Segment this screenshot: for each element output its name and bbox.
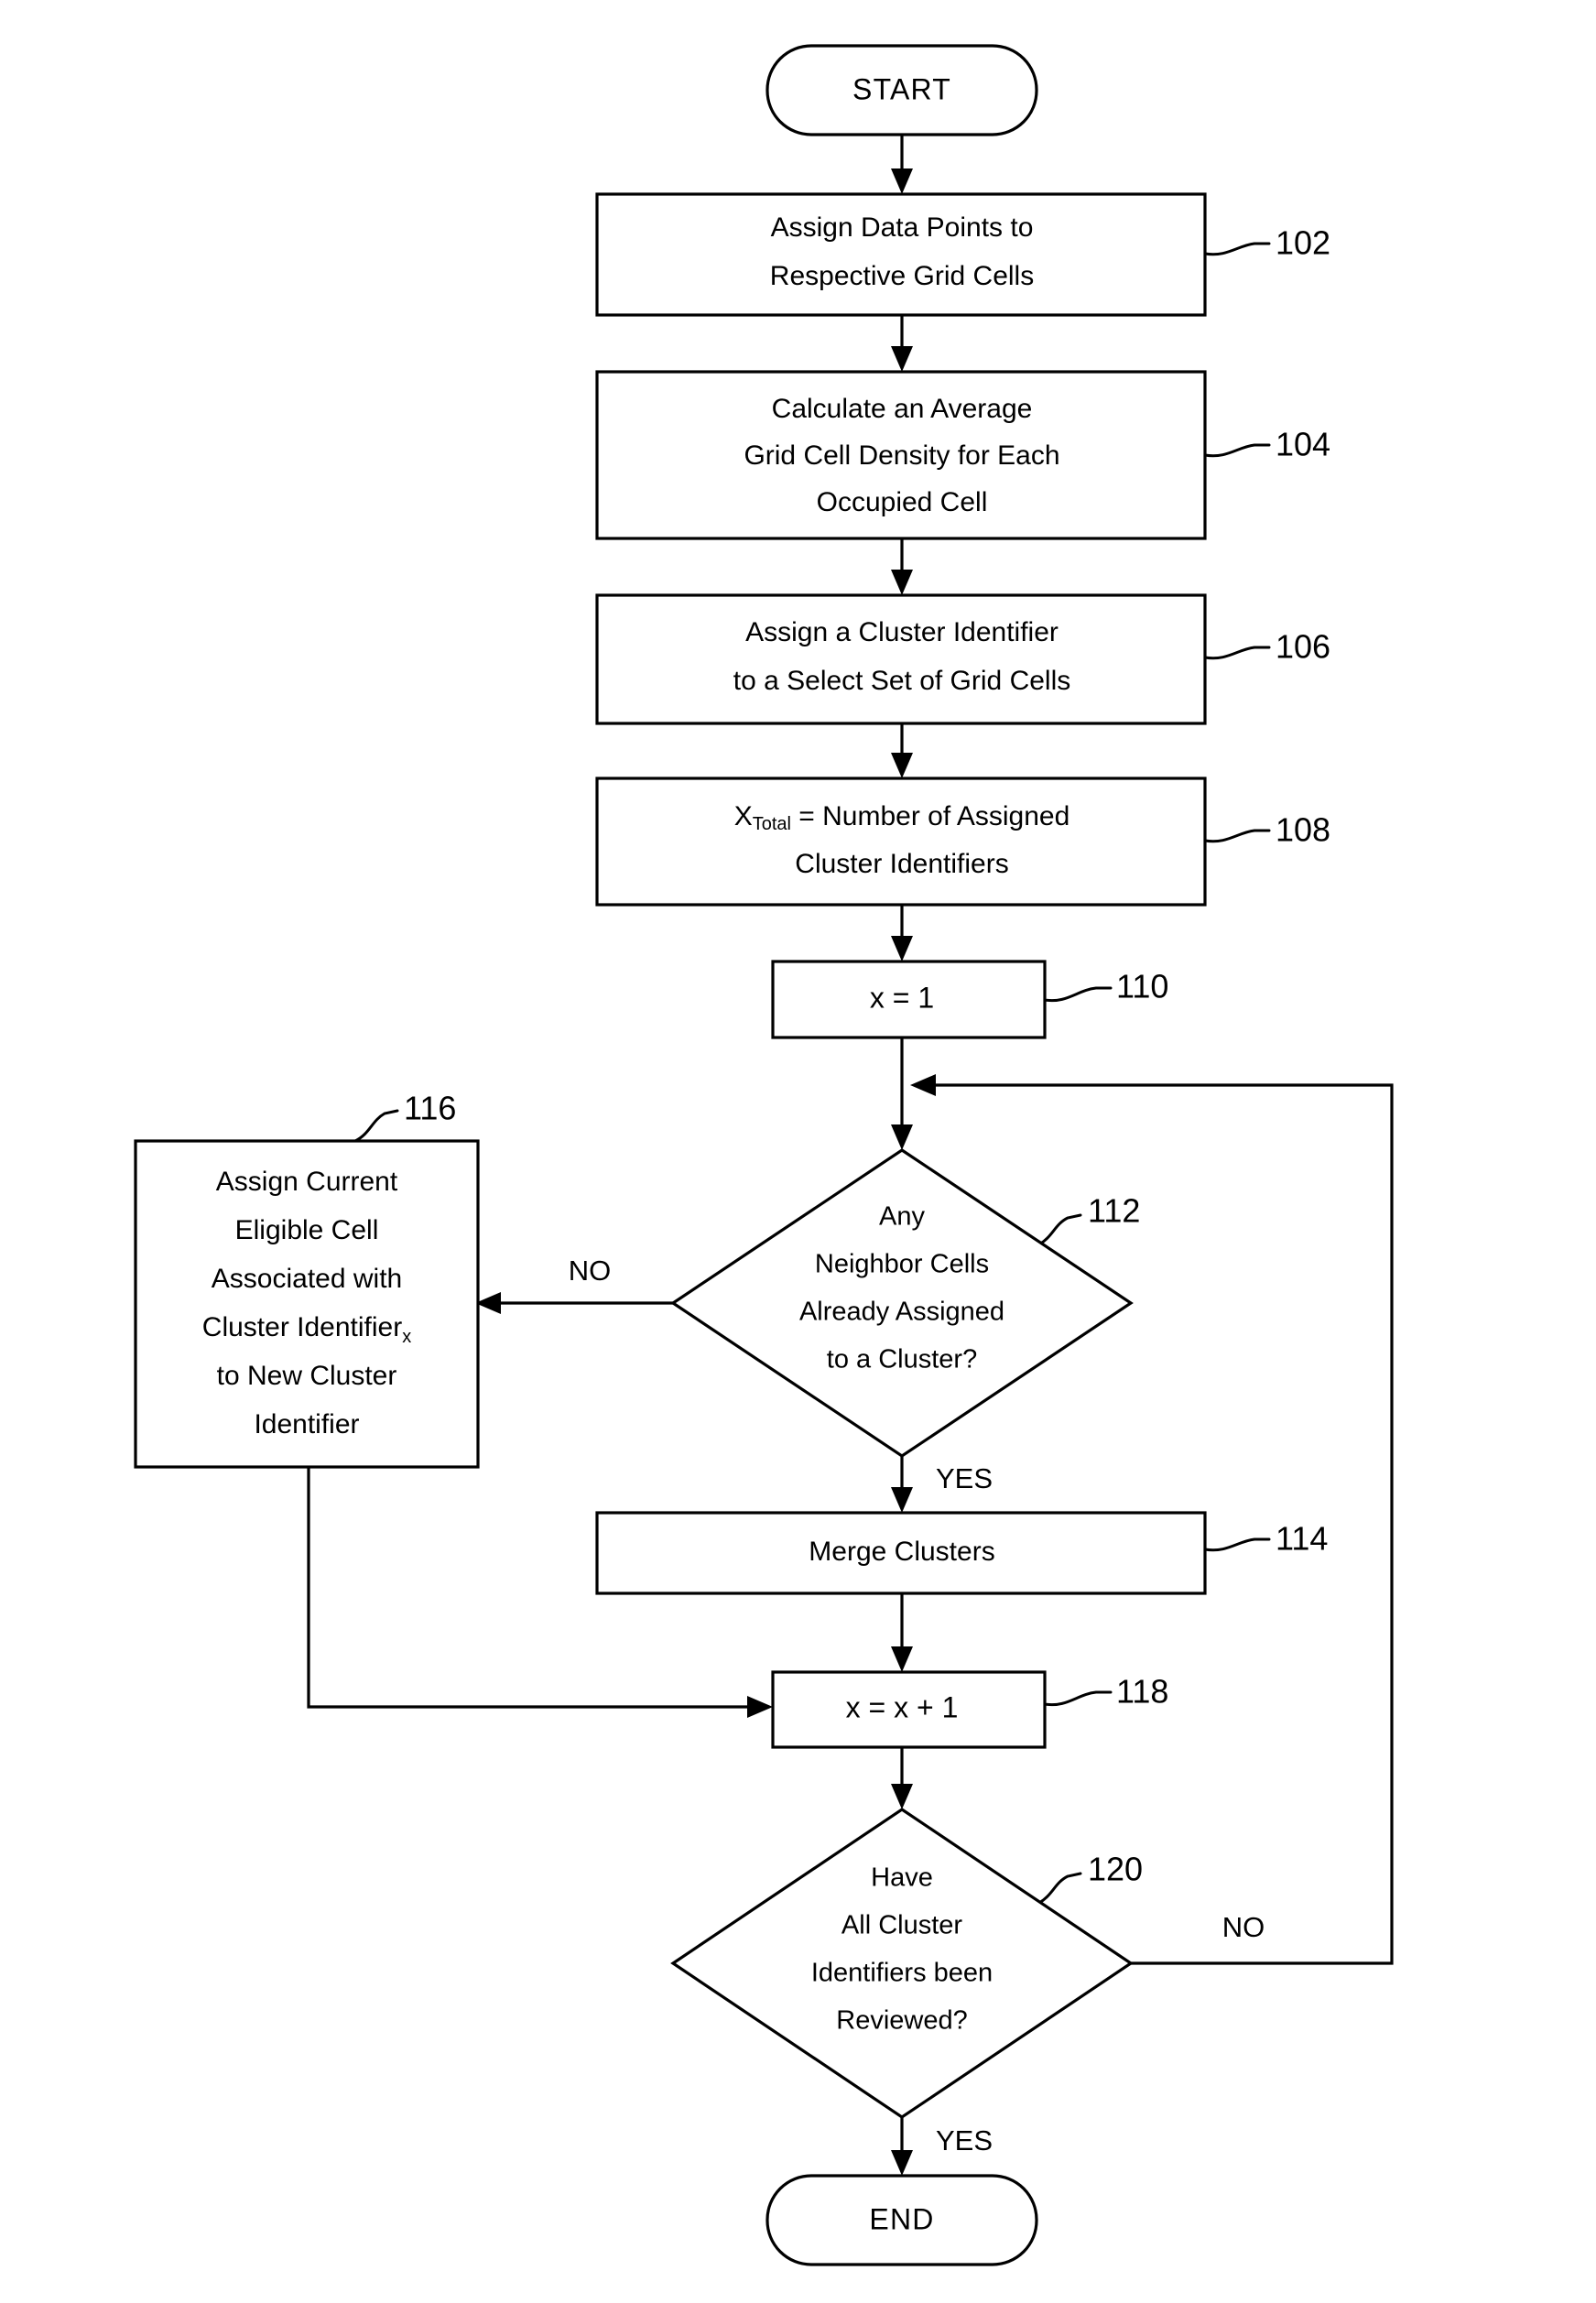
decision-120-line-2: All Cluster bbox=[841, 1911, 962, 1940]
decision-112-line-3: Already Assigned bbox=[799, 1298, 1004, 1327]
reference-number-112: 112 bbox=[1088, 1192, 1140, 1230]
process-110-label: x = 1 bbox=[870, 981, 934, 1014]
reference-number-102: 102 bbox=[1276, 224, 1330, 262]
process-108-subscript: Total bbox=[753, 814, 791, 834]
arrowhead-102-104 bbox=[891, 346, 913, 372]
reference-number-110: 110 bbox=[1116, 968, 1168, 1005]
process-116-line-6: Identifier bbox=[254, 1409, 359, 1439]
flowchart-canvas: START Assign Data Points to Respective G… bbox=[0, 0, 1596, 2303]
process-116-line-1: Assign Current bbox=[216, 1167, 398, 1197]
leader-112 bbox=[1037, 1213, 1082, 1246]
node-112[interactable]: Any Neighbor Cells Already Assigned to a… bbox=[569, 1148, 1141, 1494]
process-106-line-2: to a Select Set of Grid Cells bbox=[733, 666, 1071, 696]
arrowhead-120-end bbox=[891, 2150, 913, 2176]
leader-116 bbox=[353, 1109, 399, 1143]
process-108-line-2: Cluster Identifiers bbox=[795, 849, 1008, 879]
process-102-line-2: Respective Grid Cells bbox=[770, 261, 1034, 291]
decision-120-line-4: Reviewed? bbox=[836, 2006, 967, 2036]
decision-120-line-1: Have bbox=[871, 1863, 933, 1893]
reference-number-114: 114 bbox=[1276, 1520, 1328, 1558]
arrowhead-120-112 bbox=[910, 1074, 936, 1096]
node-120[interactable]: Have All Cluster Identifiers been Review… bbox=[670, 1808, 1265, 2156]
reference-number-116: 116 bbox=[404, 1090, 456, 1127]
leader-102 bbox=[1203, 242, 1271, 256]
start-terminal-label: START bbox=[852, 72, 951, 105]
process-108-shape[interactable] bbox=[595, 777, 1207, 907]
leader-108 bbox=[1203, 829, 1271, 843]
node-118[interactable]: x = x + 1 118 bbox=[771, 1670, 1168, 1749]
arrowhead-114-118 bbox=[891, 1646, 913, 1672]
reference-number-118: 118 bbox=[1116, 1673, 1168, 1711]
process-116-line-3: Associated with bbox=[212, 1264, 402, 1294]
arrowhead-110-112 bbox=[891, 1124, 913, 1150]
arrowhead-start-102 bbox=[891, 168, 913, 194]
node-114[interactable]: Merge Clusters 114 bbox=[595, 1511, 1328, 1595]
process-102-line-1: Assign Data Points to bbox=[771, 212, 1034, 243]
decision-112-line-4: to a Cluster? bbox=[827, 1345, 977, 1374]
reference-number-108: 108 bbox=[1276, 811, 1330, 849]
process-106-shape[interactable] bbox=[595, 593, 1207, 725]
process-114-label: Merge Clusters bbox=[809, 1537, 994, 1567]
leader-104 bbox=[1203, 443, 1271, 458]
decision-112-line-2: Neighbor Cells bbox=[815, 1250, 989, 1279]
process-104-line-1: Calculate an Average bbox=[772, 394, 1033, 424]
process-104-line-3: Occupied Cell bbox=[817, 487, 988, 517]
process-108-x-symbol: X bbox=[734, 801, 753, 831]
node-106[interactable]: Assign a Cluster Identifier to a Select … bbox=[595, 593, 1330, 725]
edge-label-120-no: NO bbox=[1222, 1911, 1265, 1943]
process-106-line-1: Assign a Cluster Identifier bbox=[745, 617, 1059, 647]
leader-114 bbox=[1203, 1537, 1271, 1552]
reference-number-104: 104 bbox=[1276, 426, 1330, 463]
process-116-line-4: Cluster Identifierx bbox=[202, 1312, 411, 1347]
node-110[interactable]: x = 1 110 bbox=[771, 960, 1168, 1039]
process-116-identifier-text: Cluster Identifier bbox=[202, 1312, 402, 1342]
reference-number-120: 120 bbox=[1088, 1851, 1143, 1888]
arrowhead-104-106 bbox=[891, 570, 913, 595]
edge-label-112-no: NO bbox=[569, 1255, 612, 1287]
leader-106 bbox=[1203, 646, 1271, 660]
process-108-suffix: = Number of Assigned bbox=[791, 801, 1069, 831]
leader-118 bbox=[1043, 1690, 1113, 1707]
leader-110 bbox=[1043, 986, 1113, 1003]
end-terminal-label: END bbox=[869, 2202, 934, 2235]
edge-label-120-yes: YES bbox=[936, 2124, 993, 2156]
leader-120 bbox=[1037, 1872, 1082, 1905]
process-116-line-2: Eligible Cell bbox=[235, 1215, 379, 1245]
arrowhead-116-118 bbox=[747, 1696, 773, 1718]
arrowhead-106-108 bbox=[891, 753, 913, 778]
process-118-label: x = x + 1 bbox=[846, 1690, 959, 1723]
node-start[interactable]: START bbox=[765, 44, 1038, 136]
arrowhead-112-114 bbox=[891, 1487, 913, 1513]
flowchart-svg: START Assign Data Points to Respective G… bbox=[134, 44, 1394, 2266]
decision-120-line-3: Identifiers been bbox=[811, 1959, 993, 1988]
node-end[interactable]: END bbox=[765, 2174, 1038, 2266]
decision-112-line-1: Any bbox=[879, 1202, 925, 1232]
process-104-line-2: Grid Cell Density for Each bbox=[744, 440, 1059, 471]
process-116-line-5: to New Cluster bbox=[217, 1361, 397, 1391]
node-116[interactable]: Assign Current Eligible Cell Associated … bbox=[134, 1090, 480, 1469]
process-116-subscript: x bbox=[402, 1327, 411, 1347]
reference-number-106: 106 bbox=[1276, 628, 1330, 666]
edge-label-112-yes: YES bbox=[936, 1462, 993, 1494]
arrowhead-108-110 bbox=[891, 936, 913, 961]
arrowhead-118-120 bbox=[891, 1784, 913, 1809]
